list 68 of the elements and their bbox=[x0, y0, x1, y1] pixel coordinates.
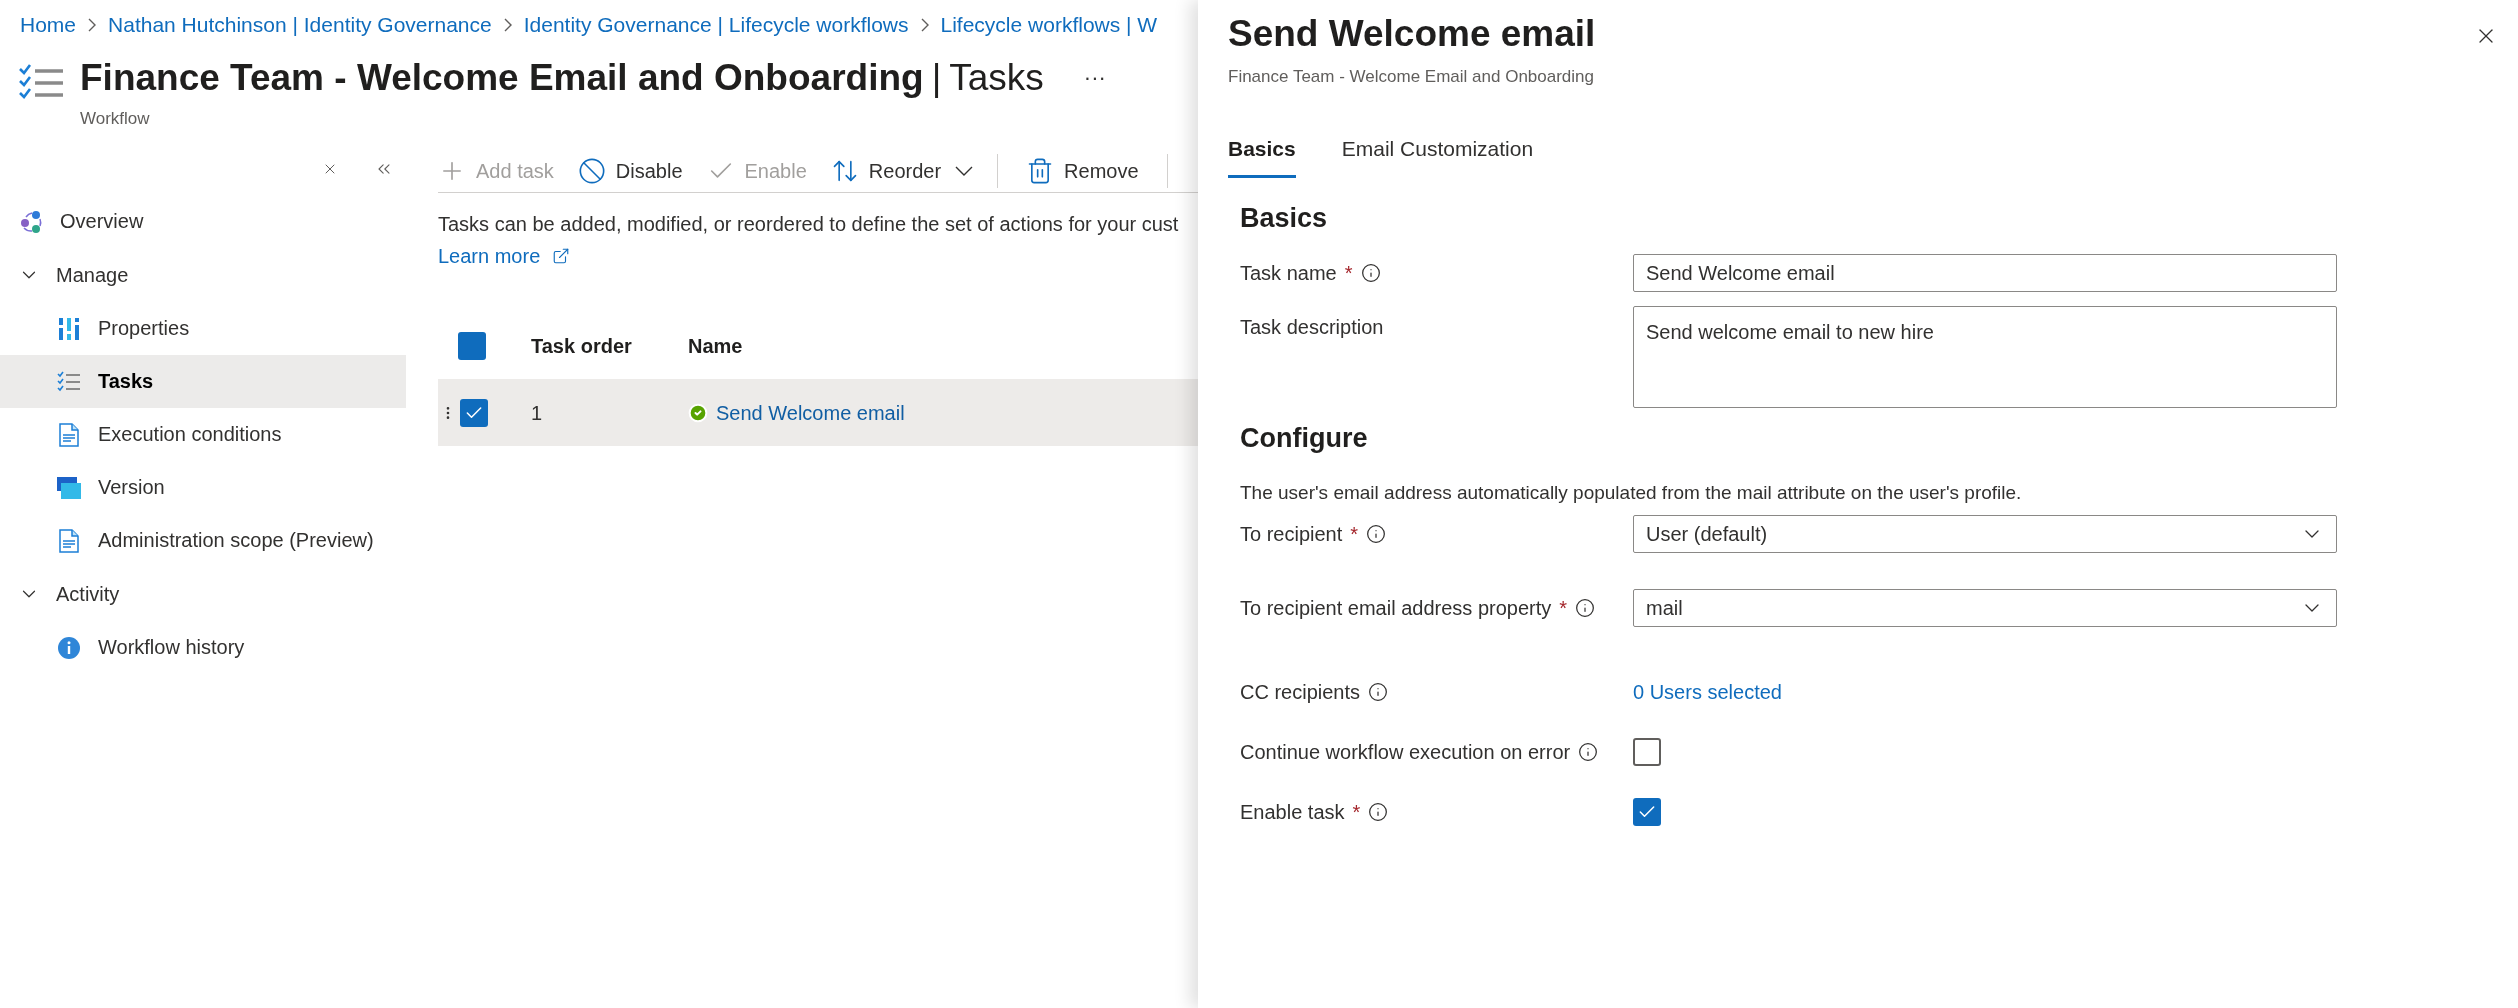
info-icon bbox=[57, 635, 81, 660]
required-asterisk: * bbox=[1350, 522, 1359, 547]
tab[interactable]: Email Customization bbox=[1341, 133, 1534, 178]
description-field[interactable]: Send welcome email to new hire bbox=[1633, 306, 2337, 408]
toolbar-button[interactable]: Disable bbox=[577, 150, 683, 191]
task-link[interactable]: Send Welcome email bbox=[716, 397, 905, 428]
text-field[interactable]: Send Welcome email bbox=[1633, 254, 2337, 292]
document-icon bbox=[59, 528, 79, 553]
users-selected-link[interactable]: 0 Users selected bbox=[1633, 677, 1782, 707]
chevron-right-icon bbox=[88, 18, 97, 32]
dropdown[interactable]: mail bbox=[1633, 589, 2337, 627]
nav-group-header[interactable]: Manage bbox=[0, 248, 406, 302]
nav-item[interactable]: Execution conditions bbox=[0, 408, 406, 461]
checkbox[interactable] bbox=[1633, 738, 1661, 766]
field-label: Enable task bbox=[1240, 800, 1345, 825]
more-button[interactable]: ··· bbox=[1083, 61, 1106, 95]
required-asterisk: * bbox=[1352, 800, 1361, 825]
field-label: To recipient email address property bbox=[1240, 596, 1552, 621]
field-label: Continue workflow execution on error bbox=[1240, 740, 1571, 765]
required-asterisk: * bbox=[1344, 261, 1353, 286]
section-note: The user's email address automatically populated from the mail attribute on the user's profile. bbox=[1240, 480, 2023, 505]
field-label: CC recipients bbox=[1240, 680, 1361, 705]
table-row[interactable]: 1 Send Welcome email bbox=[438, 379, 1198, 446]
breadcrumb-link[interactable]: Home bbox=[20, 9, 77, 41]
prohibited-icon bbox=[577, 156, 606, 185]
chevron-right-icon bbox=[920, 18, 929, 32]
description-text: Tasks can be added, modified, or reordered to define the set of actions for your cust bbox=[438, 212, 1180, 237]
breadcrumb-link[interactable]: Identity Governance | Lifecycle workflows bbox=[523, 9, 909, 41]
nav-item[interactable]: Version bbox=[0, 461, 406, 514]
required-asterisk: * bbox=[1559, 596, 1568, 621]
row-checkbox[interactable] bbox=[460, 398, 488, 427]
learn-more-link[interactable]: Learn more bbox=[438, 241, 541, 271]
panel-title: Send Welcome email bbox=[1228, 12, 1596, 56]
field-label: Task description bbox=[1240, 315, 1384, 340]
nav-item[interactable]: Properties bbox=[0, 302, 406, 355]
external-link-icon bbox=[552, 247, 571, 265]
breadcrumb-link[interactable]: Lifecycle workflows | W bbox=[940, 9, 1158, 41]
nav-item[interactable]: Administration scope (Preview) bbox=[0, 514, 406, 567]
properties-icon bbox=[58, 316, 80, 341]
section-heading: Basics bbox=[1240, 201, 1329, 235]
toolbar-button[interactable]: Reorder bbox=[830, 150, 974, 191]
page-subtitle: Workflow bbox=[80, 107, 151, 130]
nav-group-header[interactable]: Activity bbox=[0, 567, 406, 621]
nav-item[interactable]: Workflow history bbox=[0, 621, 406, 674]
layers-icon bbox=[57, 476, 81, 499]
title-separator: | bbox=[931, 56, 942, 100]
nav-item[interactable]: Tasks bbox=[0, 355, 406, 408]
success-icon bbox=[688, 402, 708, 423]
task-list-icon bbox=[57, 370, 81, 393]
overview-icon bbox=[18, 208, 44, 235]
document-icon bbox=[59, 422, 79, 447]
field-label: To recipient bbox=[1240, 522, 1343, 547]
select-all-checkbox[interactable] bbox=[458, 332, 486, 360]
chevron-right-icon bbox=[503, 18, 512, 32]
section-heading: Configure bbox=[1240, 422, 1369, 455]
table-cell-text: 1 bbox=[531, 400, 544, 426]
toolbar-button[interactable]: Remove bbox=[1026, 150, 1139, 191]
nav-item[interactable]: Overview bbox=[0, 195, 406, 248]
field-label: Task name bbox=[1240, 261, 1337, 286]
breadcrumb-link[interactable]: Nathan Hutchinson | Identity Governance bbox=[108, 9, 492, 41]
panel-subtitle: Finance Team - Welcome Email and Onboarding bbox=[1228, 65, 1595, 88]
page-section-title: Tasks bbox=[949, 56, 1044, 100]
page-title: Finance Team - Welcome Email and Onboarding bbox=[80, 56, 924, 100]
tab[interactable]: Basics bbox=[1228, 133, 1296, 178]
column-header[interactable]: Task order bbox=[531, 331, 688, 361]
dropdown[interactable]: User (default) bbox=[1633, 515, 2337, 553]
column-header[interactable]: Name bbox=[688, 331, 743, 361]
checkbox[interactable] bbox=[1633, 798, 1661, 826]
